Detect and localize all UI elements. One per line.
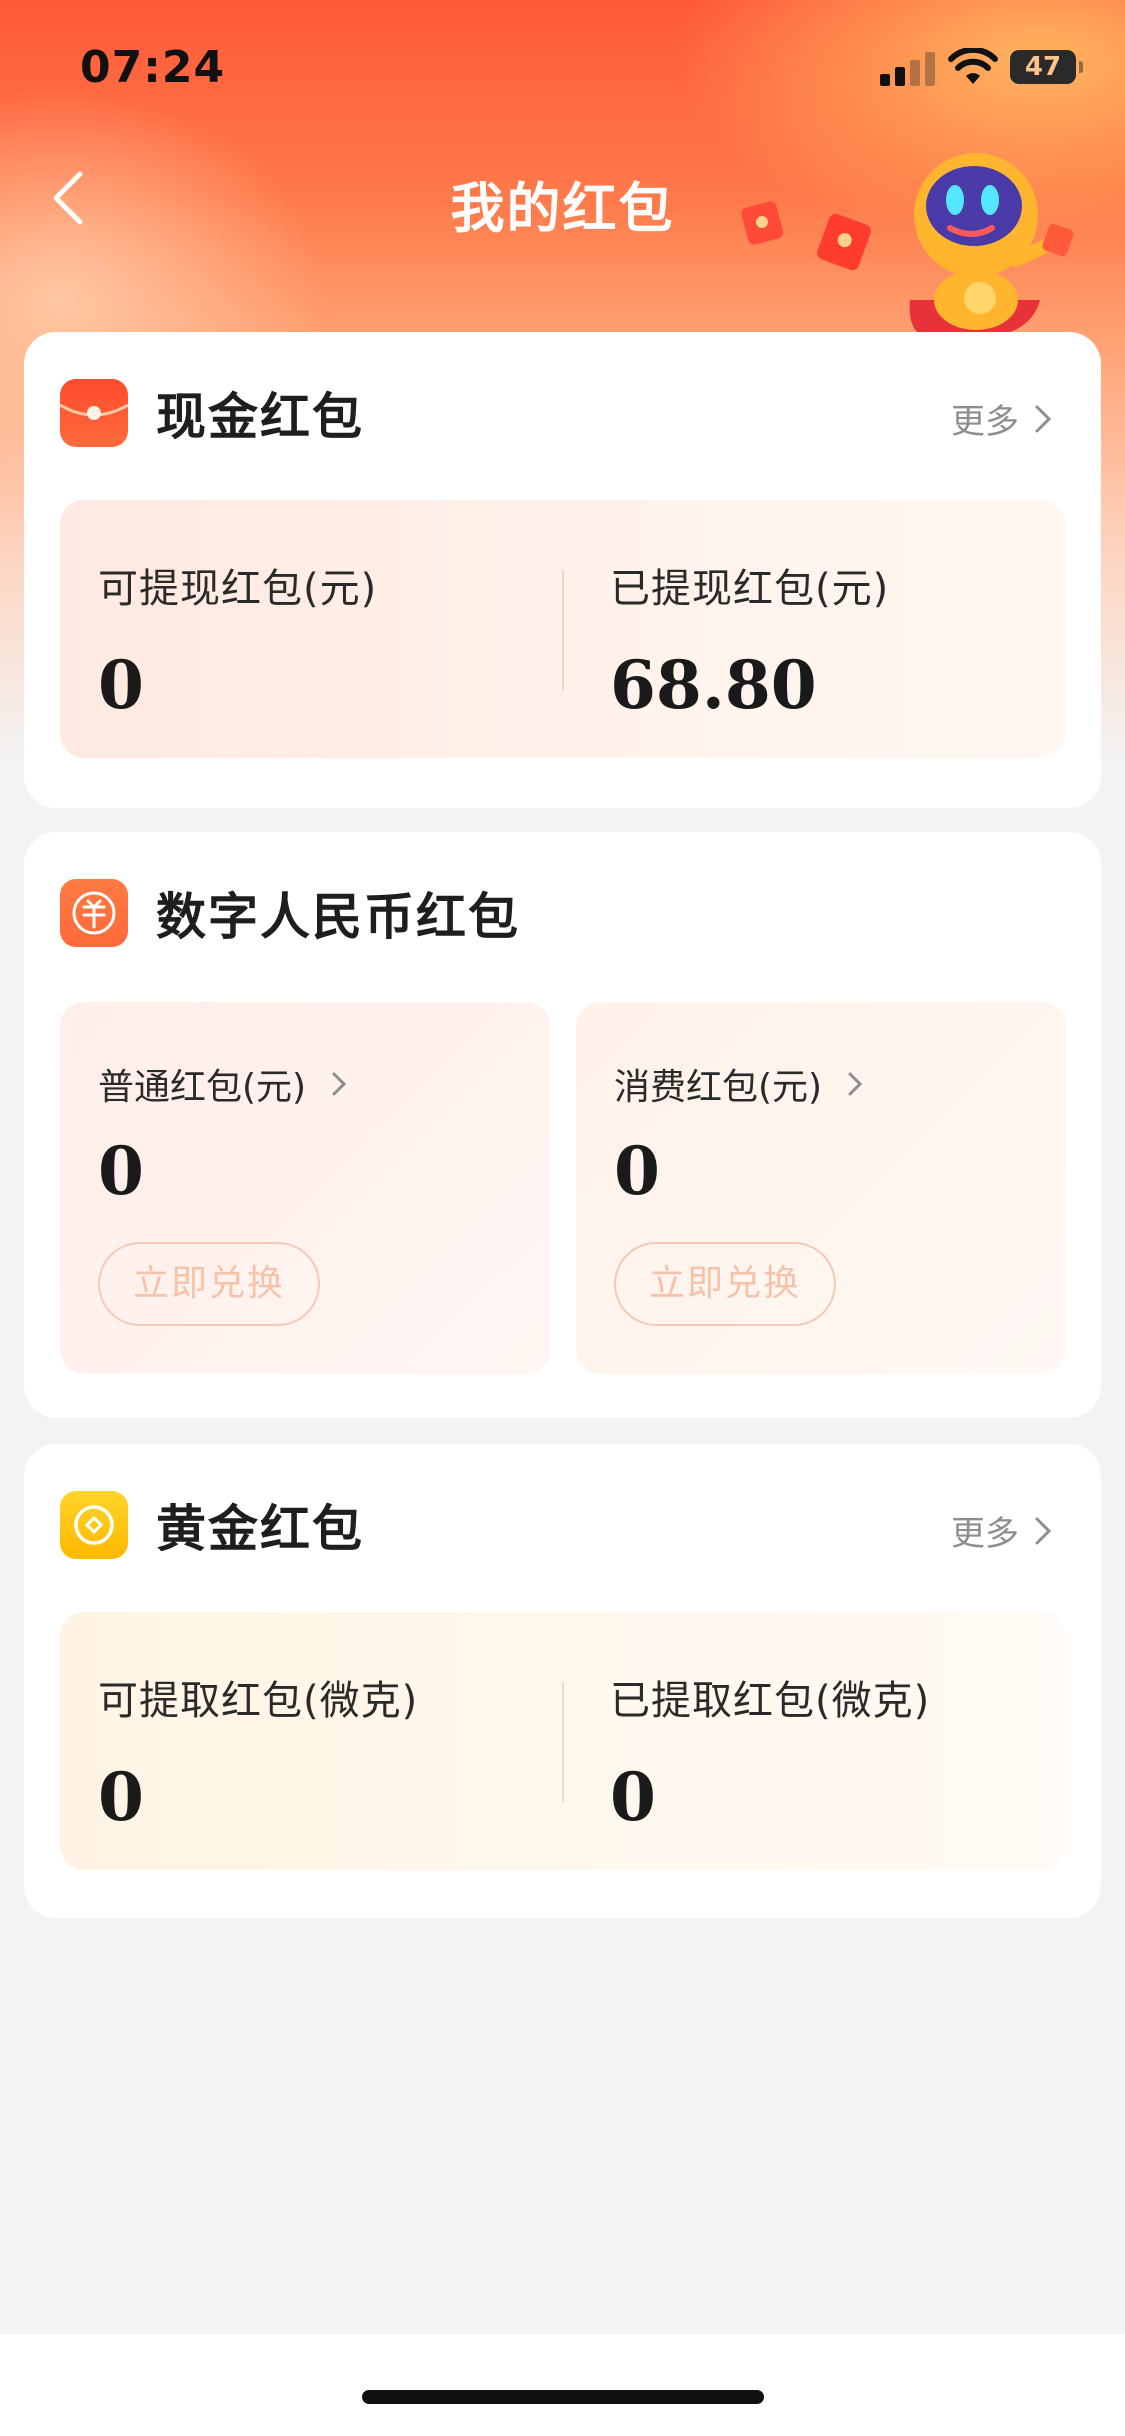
gold-redpacket-card: 黄金红包 更多 可提取红包(微克) 0 已提取红包(微克) 0 <box>24 1444 1101 1918</box>
chevron-right-icon <box>848 1072 863 1096</box>
withdrawn-label: 已提现红包(元) <box>610 566 890 612</box>
chevron-right-icon <box>1035 1517 1052 1544</box>
home-indicator[interactable] <box>362 2390 764 2404</box>
stat-divider <box>562 1682 564 1802</box>
gold-more-link[interactable]: 更多 <box>951 1506 1053 1555</box>
digital-rmb-card: 数字人民币红包 普通红包(元) 0 立即兑换 消费红包(元) 0 立即兑换 <box>24 832 1101 1418</box>
robot-mascot-icon <box>741 153 1074 340</box>
consume-redpacket-value: 0 <box>614 1132 660 1210</box>
chevron-right-icon <box>1035 405 1052 432</box>
stat-divider <box>562 570 564 690</box>
normal-redpacket-link[interactable]: 普通红包(元) <box>98 1058 348 1110</box>
normal-redpacket-panel: 普通红包(元) 0 立即兑换 <box>60 1002 550 1374</box>
gold-withdrawn-label: 已提取红包(微克) <box>610 1678 931 1724</box>
more-label: 更多 <box>951 1514 1019 1554</box>
gold-stats-panel: 可提取红包(微克) 0 已提取红包(微克) 0 <box>60 1612 1065 1870</box>
withdrawable-label: 可提现红包(元) <box>98 566 378 612</box>
bottom-safe-area <box>0 2334 1125 2436</box>
status-time: 07:24 <box>80 42 226 93</box>
consume-redpacket-panel: 消费红包(元) 0 立即兑换 <box>576 1002 1066 1374</box>
card-title: 黄金红包 <box>156 1500 364 1558</box>
digital-rmb-icon <box>60 879 128 947</box>
cash-stats-panel: 可提现红包(元) 0 已提现红包(元) 68.80 <box>60 500 1065 758</box>
gold-withdrawn-value: 0 <box>610 1758 656 1836</box>
cash-redpacket-card: 现金红包 更多 可提现红包(元) 0 已提现红包(元) 68.80 <box>24 332 1101 808</box>
gold-withdrawable-value: 0 <box>98 1758 144 1836</box>
card-title: 现金红包 <box>156 388 364 446</box>
consume-exchange-button[interactable]: 立即兑换 <box>614 1242 836 1326</box>
card-title: 数字人民币红包 <box>156 888 520 946</box>
normal-redpacket-value: 0 <box>98 1132 144 1210</box>
more-label: 更多 <box>951 402 1019 442</box>
cash-more-link[interactable]: 更多 <box>951 394 1053 443</box>
battery-indicator: 47 <box>1010 50 1083 84</box>
normal-redpacket-label: 普通红包(元) <box>98 1067 307 1108</box>
cellular-signal-icon <box>880 52 935 86</box>
chevron-right-icon <box>332 1072 347 1096</box>
withdrawn-value: 68.80 <box>610 646 817 724</box>
consume-redpacket-label: 消费红包(元) <box>614 1067 823 1108</box>
wifi-icon <box>948 48 998 84</box>
gold-withdrawable-label: 可提取红包(微克) <box>98 1678 419 1724</box>
gold-coin-icon <box>60 1491 128 1559</box>
withdrawable-value: 0 <box>98 646 144 724</box>
consume-redpacket-link[interactable]: 消费红包(元) <box>614 1058 864 1110</box>
normal-exchange-button[interactable]: 立即兑换 <box>98 1242 320 1326</box>
red-envelope-icon <box>60 379 128 447</box>
